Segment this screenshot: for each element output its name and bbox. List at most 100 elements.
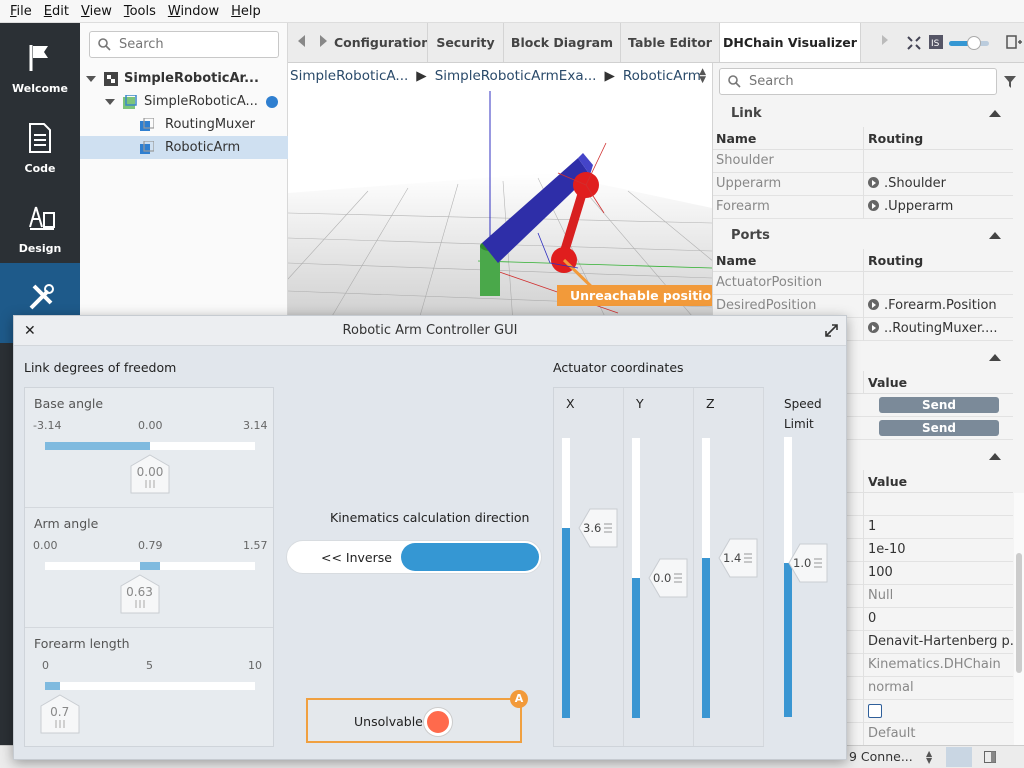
filter-icon[interactable] xyxy=(1004,76,1016,88)
link-row[interactable]: Shoulder xyxy=(713,150,1013,173)
ports-row[interactable]: ActuatorPosition xyxy=(713,272,1013,295)
toggle-inverse-label[interactable]: << Inverse xyxy=(321,550,392,565)
menu-bar: File Edit View Tools Window Help xyxy=(0,0,1024,23)
slider-value: 0.00 xyxy=(136,465,164,479)
section-link[interactable]: Link xyxy=(713,101,1013,127)
axis-handle[interactable]: 1.4 xyxy=(718,538,758,578)
send-button[interactable]: Send xyxy=(879,397,999,413)
props-scrollbar[interactable] xyxy=(1014,493,1024,753)
col-value: Value xyxy=(863,371,907,394)
tree-item-roboticarm[interactable]: RoboticArm xyxy=(80,136,288,159)
menu-view[interactable]: View xyxy=(75,4,118,19)
breadcrumb: SimpleRoboticA... ▶ SimpleRoboticArmExa.… xyxy=(288,63,712,89)
axis-track[interactable] xyxy=(632,438,640,718)
checkbox[interactable] xyxy=(868,704,882,718)
menu-window[interactable]: Window xyxy=(162,4,225,19)
menu-tools[interactable]: Tools xyxy=(118,4,162,19)
routing-arrow-icon[interactable] xyxy=(868,200,879,211)
nav-code-label: Code xyxy=(24,162,56,175)
routing-arrow-icon[interactable] xyxy=(868,322,879,333)
collapse-icon[interactable] xyxy=(989,110,1001,117)
breadcrumb-dropdown-icon[interactable]: ▲ ▼ xyxy=(699,68,706,85)
fit-view-icon[interactable] xyxy=(907,36,921,50)
menu-help[interactable]: Help xyxy=(225,4,267,19)
props-search-input[interactable] xyxy=(749,74,964,89)
toggle-knob[interactable] xyxy=(401,543,539,571)
collapse-icon[interactable] xyxy=(989,354,1001,361)
split-view-icon[interactable] xyxy=(1006,35,1022,49)
row-value: 1e-10 xyxy=(863,539,1013,562)
close-icon[interactable]: ✕ xyxy=(24,316,36,346)
caret-down-icon[interactable] xyxy=(86,75,96,82)
slider-track[interactable] xyxy=(45,682,255,690)
tree-child[interactable]: SimpleRoboticA... xyxy=(105,90,288,113)
menu-file[interactable]: File xyxy=(4,4,38,19)
tab-scroll-right-icon[interactable] xyxy=(320,35,327,47)
dialog-titlebar[interactable]: ✕ Robotic Arm Controller GUI xyxy=(14,316,846,346)
zoom-slider[interactable] xyxy=(949,36,989,50)
slider-track[interactable] xyxy=(45,442,255,450)
kinematics-direction-toggle[interactable]: << Inverse xyxy=(286,540,542,574)
slider-handle[interactable]: 0.63 xyxy=(120,574,160,614)
tab-security[interactable]: Security xyxy=(428,23,504,62)
panel-icon[interactable] xyxy=(984,751,996,763)
routing-arrow-icon[interactable] xyxy=(868,299,879,310)
axis-value: 0.0 xyxy=(653,571,672,585)
slider-name: Base angle xyxy=(34,396,104,411)
tree-root[interactable]: SimpleRoboticAr... xyxy=(86,67,286,90)
maximize-icon[interactable] xyxy=(825,324,838,337)
tab-scroll-left-icon[interactable] xyxy=(298,35,305,47)
row-value: normal xyxy=(863,677,1013,700)
section-ports[interactable]: Ports xyxy=(713,223,1013,249)
axis-track[interactable] xyxy=(702,438,710,718)
unsolvable-indicator: Unsolvable xyxy=(306,698,522,743)
nav-design[interactable]: Design xyxy=(0,183,80,263)
axis-track[interactable] xyxy=(562,438,570,718)
connections-dropdown-icon[interactable]: ▲ ▼ xyxy=(926,750,932,765)
nav-welcome[interactable]: Welcome xyxy=(0,23,80,103)
tree-item-routingmuxer[interactable]: RoutingMuxer xyxy=(140,113,288,136)
menu-edit[interactable]: Edit xyxy=(38,4,75,19)
link-row[interactable]: Forearm .Upperarm xyxy=(713,196,1013,219)
slider-handle[interactable]: 0.7 xyxy=(40,694,80,734)
link-row[interactable]: Upperarm .Shoulder xyxy=(713,173,1013,196)
project-icon xyxy=(104,71,118,86)
axis-x: X 3.6 xyxy=(554,388,624,746)
unsolvable-label: Unsolvable xyxy=(354,714,423,729)
slider-mid: 5 xyxy=(146,659,153,672)
tab-table-editor[interactable]: Table Editor xyxy=(621,23,720,62)
routing-arrow-icon[interactable] xyxy=(868,177,879,188)
speed-limit-label: Speed Limit xyxy=(784,394,822,434)
caret-down-icon[interactable] xyxy=(105,98,115,105)
layout-toggle-icon[interactable] xyxy=(946,747,972,767)
col-routing: Routing xyxy=(863,249,923,272)
tree-child-label: SimpleRoboticA... xyxy=(144,94,258,109)
breadcrumb-item[interactable]: SimpleRoboticArmExa... xyxy=(435,68,597,84)
collapse-icon[interactable] xyxy=(989,453,1001,460)
speed-handle[interactable]: 1.0 xyxy=(788,543,828,583)
axis-handle[interactable]: 0.0 xyxy=(648,558,688,598)
send-button[interactable]: Send xyxy=(879,420,999,436)
slider-track[interactable] xyxy=(45,562,255,570)
axis-fill xyxy=(702,558,710,718)
axis-handle[interactable]: 3.6 xyxy=(578,508,618,548)
props-search[interactable] xyxy=(719,68,997,95)
breadcrumb-item[interactable]: RoboticArm xyxy=(623,68,701,84)
collapse-icon[interactable] xyxy=(989,232,1001,239)
iso-view-icon[interactable]: IS xyxy=(929,35,943,49)
tree-search[interactable] xyxy=(89,31,279,58)
tab-configuration[interactable]: Configuration xyxy=(334,23,428,62)
slider-mid: 0.00 xyxy=(138,419,163,432)
nav-code[interactable]: Code xyxy=(0,103,80,183)
connections-status[interactable]: 9 Conne... xyxy=(849,749,913,764)
dhchain-viewport[interactable]: SimpleRoboticA... ▶ SimpleRoboticArmExa.… xyxy=(288,63,712,323)
speed-track[interactable]: 1.0 xyxy=(784,437,828,717)
tab-dhchain-visualizer[interactable]: DHChain Visualizer xyxy=(720,23,861,62)
slider-handle[interactable]: 0.00 xyxy=(130,454,170,494)
badge-a: A xyxy=(510,690,528,708)
breadcrumb-item[interactable]: SimpleRoboticA... xyxy=(290,68,408,84)
axis-z: Z 1.4 xyxy=(694,388,764,746)
tree-search-input[interactable] xyxy=(119,37,263,52)
tab-block-diagram[interactable]: Block Diagram xyxy=(504,23,621,62)
tab-overflow-icon[interactable] xyxy=(882,35,888,45)
